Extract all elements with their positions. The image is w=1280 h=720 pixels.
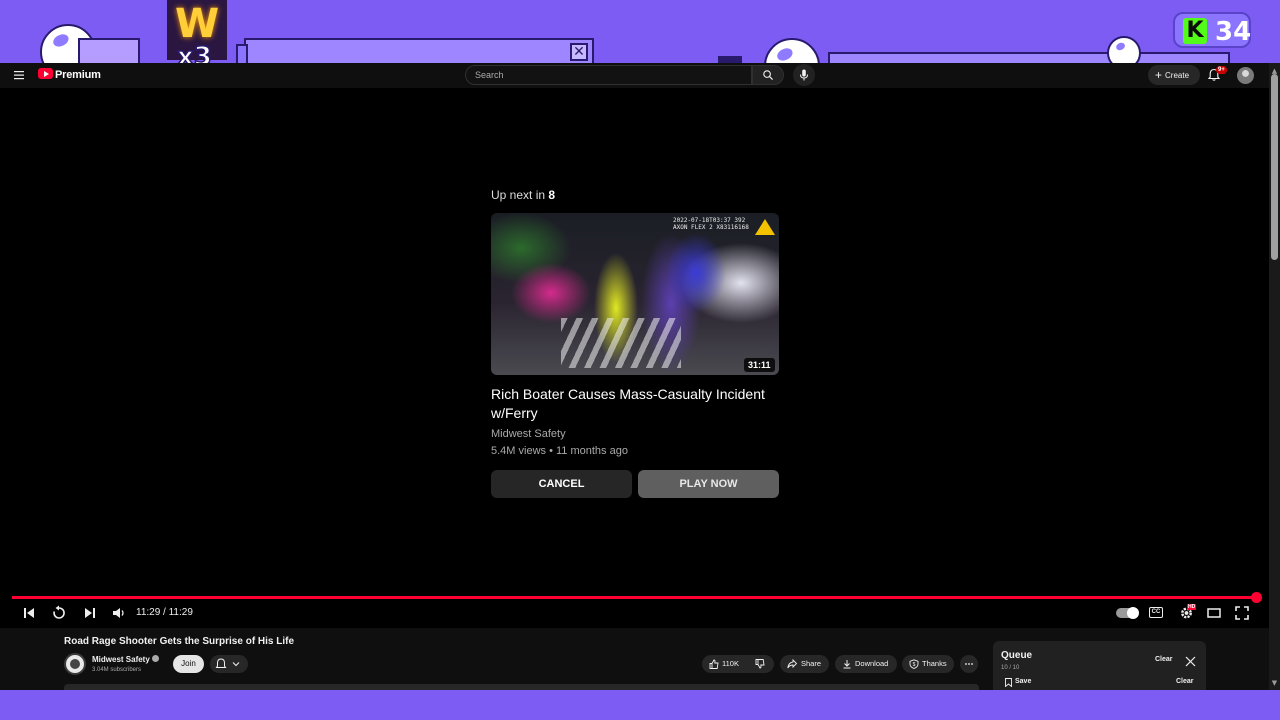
- replay-button[interactable]: [51, 605, 67, 621]
- queue-save-button[interactable]: Save: [1005, 677, 1032, 687]
- up-next-meta: 5.4M views • 11 months ago: [491, 445, 628, 457]
- next-button[interactable]: [83, 605, 97, 621]
- multiplier-text: x3: [176, 42, 212, 64]
- thanks-label: Thanks: [922, 659, 947, 668]
- up-next-title[interactable]: Rich Boater Causes Mass-Casualty Inciden…: [491, 385, 781, 423]
- w-letter: W: [174, 1, 220, 47]
- captions-button[interactable]: CC: [1149, 607, 1163, 618]
- queue-panel: Queue 10 / 10 Clear Save Clear: [993, 641, 1206, 690]
- hamburger-icon[interactable]: [13, 69, 25, 81]
- scroll-down-icon[interactable]: ▼: [1269, 678, 1280, 688]
- prev-icon: [24, 608, 34, 618]
- thanks-button[interactable]: $ Thanks: [902, 655, 954, 673]
- queue-save-label: Save: [1015, 678, 1032, 685]
- cancel-autoplay-button[interactable]: CANCEL: [491, 470, 632, 498]
- queue-title: Queue: [1001, 650, 1033, 661]
- more-actions-button[interactable]: [960, 655, 978, 673]
- more-icon: [965, 663, 973, 665]
- search-input[interactable]: Search: [465, 65, 752, 85]
- up-next-thumbnail[interactable]: 2022-07-18T03:37 392 AXON FLEX 2 X831161…: [491, 213, 779, 375]
- join-button[interactable]: Join: [173, 655, 204, 673]
- close-icon: ✕: [570, 43, 588, 61]
- video-title: Road Rage Shooter Gets the Surprise of H…: [64, 636, 295, 647]
- hd-badge: HD: [1187, 604, 1197, 610]
- mic-icon: [800, 69, 808, 81]
- youtube-logo-icon[interactable]: [38, 68, 53, 79]
- volume-button[interactable]: [111, 605, 127, 621]
- channel-avatar[interactable]: [64, 653, 86, 675]
- volume-icon: [113, 608, 124, 618]
- up-next-text: Up next in: [491, 188, 546, 202]
- download-button[interactable]: Download: [835, 655, 897, 673]
- play-now-button[interactable]: PLAY NOW: [638, 470, 779, 498]
- fullscreen-button[interactable]: [1235, 605, 1249, 621]
- description-box[interactable]: [64, 684, 979, 690]
- queue-close-button[interactable]: [1185, 654, 1196, 667]
- download-icon: [843, 660, 851, 669]
- duration-badge: 31:11: [744, 358, 775, 372]
- window-decoration: [244, 38, 594, 64]
- up-next-channel: Midwest Safety: [491, 428, 566, 440]
- viewer-count: 34: [1215, 17, 1252, 47]
- up-next-countdown: 8: [548, 188, 556, 202]
- autoplay-toggle[interactable]: [1116, 607, 1139, 619]
- share-icon: [787, 659, 797, 669]
- subscribe-bell-button[interactable]: [210, 655, 248, 673]
- account-avatar[interactable]: [1237, 67, 1254, 84]
- create-button[interactable]: + Create: [1148, 65, 1200, 85]
- verified-icon: [151, 655, 159, 662]
- kick-viewer-badge: K 34: [1173, 12, 1251, 48]
- notification-badge: 9+: [1216, 66, 1227, 74]
- prev-button[interactable]: [22, 605, 36, 621]
- time-display: 11:29 / 11:29: [136, 607, 193, 618]
- box-decoration: [236, 44, 248, 64]
- subscriber-count: 3.04M subscribers: [92, 667, 142, 673]
- queue-clear-secondary-button[interactable]: Clear: [1176, 677, 1194, 686]
- brand-label[interactable]: Premium: [55, 68, 101, 82]
- fullscreen-icon: [1235, 606, 1249, 620]
- share-button[interactable]: Share: [780, 655, 829, 673]
- bubble-decoration: [764, 38, 820, 64]
- stream-overlay-bottom: [0, 690, 1280, 720]
- up-next-label: Up next in 8: [491, 188, 555, 202]
- axon-logo-icon: [755, 219, 775, 235]
- thumbnail-timestamp: 2022-07-18T03:37 392 AXON FLEX 2 X831161…: [673, 217, 749, 231]
- bubble-decoration: [1107, 36, 1141, 64]
- thanks-icon: $: [909, 659, 919, 669]
- create-label: Create: [1165, 71, 1190, 80]
- close-icon: [1185, 656, 1196, 667]
- bell-icon: [215, 658, 240, 668]
- queue-count: 10 / 10: [1001, 665, 1020, 671]
- like-dislike-group: 110K: [702, 655, 774, 673]
- share-label: Share: [801, 659, 822, 668]
- box-decoration: [78, 38, 140, 64]
- stream-overlay-top: ✕ W x3 K 34: [0, 0, 1280, 64]
- queue-clear-button[interactable]: Clear: [1155, 655, 1173, 664]
- dislike-icon[interactable]: [755, 659, 765, 669]
- plus-icon: +: [1155, 68, 1163, 82]
- scrollbar-thumb[interactable]: [1271, 74, 1278, 260]
- channel-name[interactable]: Midwest Safety: [92, 655, 159, 665]
- save-icon: [1005, 678, 1012, 687]
- kick-logo: K: [1183, 18, 1207, 44]
- replay-icon: [53, 605, 65, 619]
- next-icon: [85, 608, 95, 618]
- svg-text:$: $: [913, 662, 916, 668]
- progress-scrubber[interactable]: [1251, 592, 1262, 603]
- thumbnail-crosswalk: [561, 318, 681, 368]
- channel-name-text[interactable]: Midwest Safety: [92, 655, 150, 664]
- theater-icon: [1207, 608, 1221, 618]
- like-icon[interactable]: [709, 659, 719, 669]
- search-button[interactable]: [752, 65, 784, 85]
- progress-bar[interactable]: [12, 596, 1257, 599]
- like-count[interactable]: 110K: [722, 655, 739, 673]
- voice-search-button[interactable]: [793, 64, 815, 86]
- download-label: Download: [855, 659, 889, 668]
- masthead: Premium Search + Create 9+: [0, 63, 1280, 88]
- theater-button[interactable]: [1207, 605, 1221, 621]
- search-icon: [763, 70, 774, 81]
